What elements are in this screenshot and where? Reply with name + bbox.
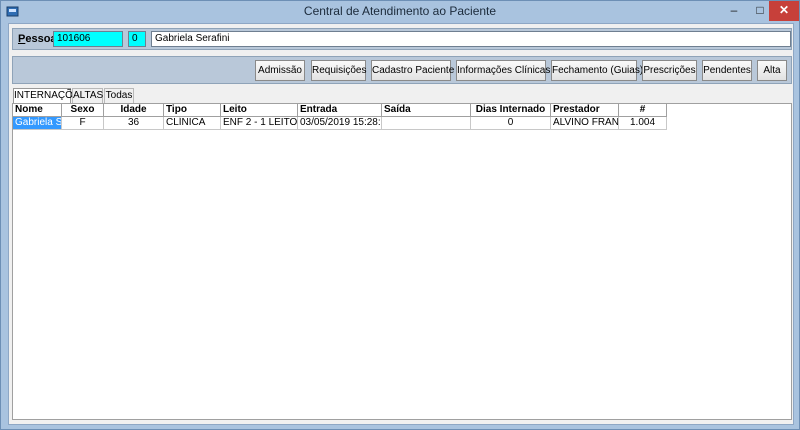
prescricoes-button[interactable]: Prescrições <box>642 60 697 81</box>
cadastro-paciente-button[interactable]: Cadastro Paciente <box>371 60 454 81</box>
cell-number[interactable]: 1.004 <box>619 117 667 130</box>
cell-idade[interactable]: 36 <box>104 117 164 130</box>
tab-internacoes[interactable]: INTERNAÇÕES <box>13 88 86 104</box>
cell-sexo[interactable]: F <box>62 117 104 130</box>
person-label: Pessoa <box>18 33 57 45</box>
column-header-idade[interactable]: Idade <box>104 104 164 117</box>
person-seq-field[interactable]: 0 <box>128 31 146 47</box>
column-header-dias-internado[interactable]: Dias Internado <box>471 104 551 117</box>
tab-todas[interactable]: Todas <box>104 88 134 103</box>
patients-grid: Nome Sexo Idade Tipo Leito Entrada Saída… <box>12 103 792 420</box>
requisicoes-button[interactable]: Requisições <box>311 60 366 81</box>
cell-leito[interactable]: ENF 2 - 1 LEITO 1 <box>221 117 298 130</box>
pendentes-button[interactable]: Pendentes <box>702 60 752 81</box>
close-button[interactable]: ✕ <box>769 1 799 21</box>
column-header-sexo[interactable]: Sexo <box>62 104 104 117</box>
app-window: Central de Atendimento ao Paciente – □ ✕… <box>0 0 800 430</box>
column-header-prestador[interactable]: Prestador <box>551 104 619 117</box>
window-title: Central de Atendimento ao Paciente <box>303 4 497 18</box>
client-area: Pessoa 101606 0 Gabriela Serafini Admiss… <box>8 23 794 425</box>
person-name-field[interactable]: Gabriela Serafini <box>151 31 791 47</box>
admissao-button[interactable]: Admissão <box>255 60 305 81</box>
cell-prestador[interactable]: ALVINO FRANCISC <box>551 117 619 130</box>
cell-dias-internado[interactable]: 0 <box>471 117 551 130</box>
column-header-leito[interactable]: Leito <box>221 104 298 117</box>
person-code-field[interactable]: 101606 <box>53 31 123 47</box>
alta-button[interactable]: Alta <box>757 60 787 81</box>
fechamento-guias-button[interactable]: Fechamento (Guias) <box>551 60 643 81</box>
tab-altas[interactable]: ALTAS <box>72 88 103 103</box>
column-header-number[interactable]: # <box>619 104 667 117</box>
column-header-tipo[interactable]: Tipo <box>164 104 221 117</box>
cell-saida[interactable] <box>382 117 471 130</box>
cell-nome[interactable]: Gabriela Ser <box>13 117 62 130</box>
column-header-saida[interactable]: Saída <box>382 104 471 117</box>
cell-entrada[interactable]: 03/05/2019 15:28:26 <box>298 117 382 130</box>
cell-tipo[interactable]: CLÍNICA <box>164 117 221 130</box>
title-bar[interactable]: Central de Atendimento ao Paciente – □ ✕ <box>1 1 799 22</box>
column-header-entrada[interactable]: Entrada <box>298 104 382 117</box>
informacoes-clinicas-button[interactable]: Informações Clínicas <box>456 60 550 81</box>
column-header-nome[interactable]: Nome <box>13 104 62 117</box>
person-panel: Pessoa 101606 0 Gabriela Serafini <box>12 28 792 50</box>
action-toolbar: Admissão Requisições Cadastro Paciente I… <box>12 56 792 84</box>
minimize-button[interactable]: – <box>721 1 747 21</box>
